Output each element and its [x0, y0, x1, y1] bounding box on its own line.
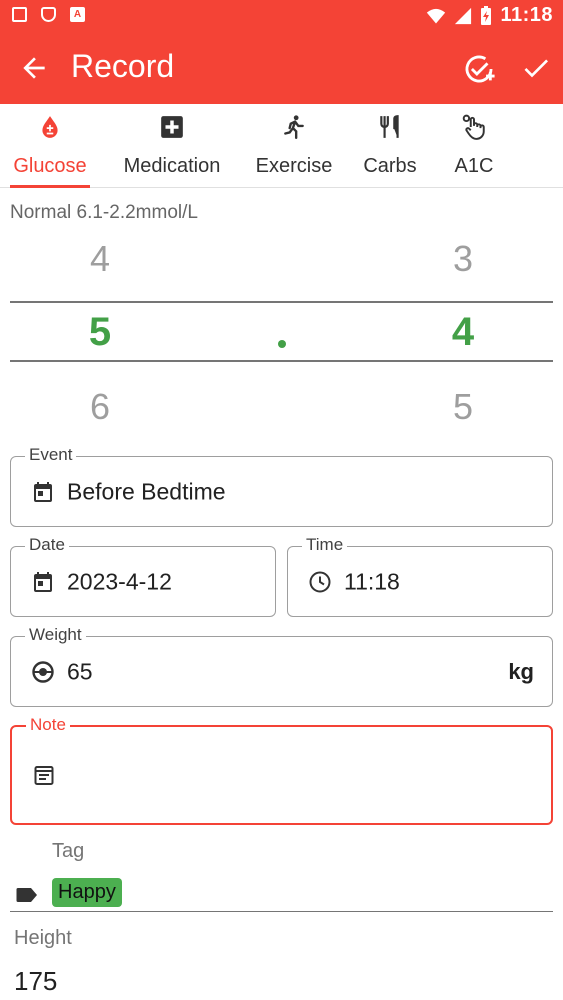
weight-field[interactable]: Weight 65 kg [10, 625, 553, 707]
calendar-icon [34, 571, 52, 592]
wifi-icon [427, 8, 446, 23]
decimal-separator [278, 340, 286, 348]
clock-icon [309, 571, 331, 592]
arrow-back-icon[interactable] [18, 52, 50, 84]
calendar-icon [34, 481, 52, 502]
scale-icon [32, 660, 54, 683]
tab-carbs[interactable]: Carbs [356, 104, 424, 188]
tab-a1c[interactable]: A1C [444, 104, 504, 188]
height-value[interactable]: 175 [14, 966, 57, 997]
integer-picker-selected[interactable]: 5 [70, 310, 130, 355]
time-value: 11:18 [344, 568, 400, 594]
date-label: Date [25, 535, 69, 555]
decimal-picker-above[interactable]: 3 [433, 238, 493, 280]
tab-bar: Glucose Medication Exercise Carbs A1C [0, 104, 563, 188]
tag-chip-happy[interactable]: Happy [52, 878, 122, 907]
fork-knife-icon [380, 115, 399, 138]
event-value: Before Bedtime [67, 478, 226, 504]
app-bar: Record [0, 32, 563, 104]
picker-divider-top [10, 301, 553, 303]
tab-label: Medication [123, 155, 221, 177]
decimal-picker-selected[interactable]: 4 [433, 310, 493, 355]
signal-icon [455, 7, 472, 24]
picker-divider-bottom [10, 360, 553, 362]
running-icon [284, 115, 304, 140]
status-time: 11:18 [500, 4, 553, 26]
date-value: 2023-4-12 [67, 568, 172, 594]
blood-drop-icon [42, 116, 58, 138]
weight-unit: kg [508, 658, 534, 684]
shield-icon [41, 7, 56, 22]
decimal-picker-below[interactable]: 5 [433, 386, 493, 428]
medical-plus-icon [161, 116, 183, 138]
height-label: Height [14, 927, 72, 949]
weight-label: Weight [25, 625, 86, 645]
event-label: Event [25, 445, 77, 465]
event-field[interactable]: Event Before Bedtime [10, 445, 553, 527]
page-title: Record [71, 48, 175, 84]
glucose-picker[interactable]: 4 3 5 4 6 5 [0, 232, 563, 432]
note-icon [34, 766, 54, 785]
tab-label: Carbs [363, 155, 417, 177]
a-icon: A [70, 7, 85, 22]
date-field[interactable]: Date 2023-4-12 [10, 535, 276, 617]
weight-value[interactable]: 65 [67, 658, 93, 685]
tab-medication[interactable]: Medication [113, 104, 231, 188]
tag-divider [10, 911, 553, 912]
tab-indicator [10, 185, 90, 188]
tab-label: Exercise [255, 155, 333, 177]
note-label: Note [26, 715, 70, 735]
tab-exercise[interactable]: Exercise [250, 104, 338, 188]
check-circle-add-icon[interactable] [462, 52, 496, 86]
integer-picker-below[interactable]: 6 [70, 386, 130, 428]
note-field[interactable]: Note [10, 715, 553, 825]
time-field[interactable]: Time 11:18 [287, 535, 553, 617]
tag-label: Tag [52, 840, 85, 862]
finger-prick-icon [462, 114, 485, 140]
image-icon [12, 7, 27, 22]
tab-label: Glucose [13, 155, 87, 177]
normal-range-text: Normal 6.1-2.2mmol/L [10, 202, 198, 223]
label-icon [16, 888, 37, 902]
battery-charging-icon [481, 5, 492, 25]
time-label: Time [302, 535, 348, 555]
tab-label: A1C [454, 155, 494, 177]
check-icon[interactable] [520, 52, 552, 84]
tab-glucose[interactable]: Glucose [10, 104, 90, 188]
status-bar: A 11:18 [0, 0, 563, 32]
integer-picker-above[interactable]: 4 [70, 238, 130, 280]
